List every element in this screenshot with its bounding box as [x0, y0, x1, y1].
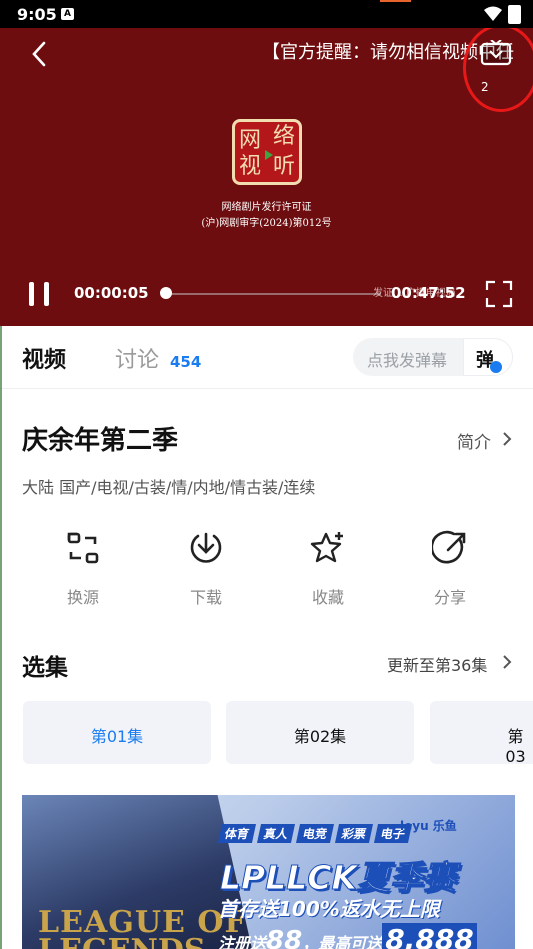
seek-bar[interactable]: [166, 293, 381, 295]
video-player[interactable]: 【官方提醒：请勿相信视频中任 2 网 络 视 听 网络剧片发行许可证 (沪)网剧…: [0, 28, 533, 326]
red-annotation-circle: [463, 28, 533, 112]
danmu-toggle-button[interactable]: 弹: [463, 338, 513, 376]
banner-bottom-num1: 88: [266, 926, 303, 949]
episode-label: 第02集: [293, 727, 347, 746]
status-bar: 9:05 A: [0, 0, 533, 28]
banner-category-pills: 体育 真人 电竞 彩票 电子: [217, 823, 415, 843]
episode-item[interactable]: 第01集: [23, 701, 211, 764]
game-logo-line2: LEGENDS: [38, 933, 206, 949]
episode-item[interactable]: 第02集: [226, 701, 414, 764]
discussion-count-badge: 454: [170, 353, 202, 371]
network-av-seal-logo: 网 络 视 听: [232, 119, 302, 185]
danmu-input[interactable]: 点我发弹幕: [367, 347, 447, 371]
seal-char-3: 视: [239, 154, 262, 179]
tab-video[interactable]: 视频: [22, 342, 66, 374]
episode-label: 第01集: [90, 727, 144, 746]
banner-pill: 真人: [256, 824, 296, 843]
action-label: 收藏: [311, 588, 344, 607]
pause-icon[interactable]: [26, 280, 54, 308]
battery-icon: [508, 5, 521, 24]
ad-banner[interactable]: LEAGUE OF LEGENDS 体育真人电竞彩票电子 leyu 乐鱼 LPL…: [22, 795, 515, 949]
fullscreen-icon[interactable]: [485, 280, 513, 308]
seal-char-1: 网: [239, 128, 262, 153]
status-indicator: [380, 0, 411, 2]
banner-bottom-num2: 8,888: [382, 923, 477, 949]
episode-label: 第03: [505, 727, 526, 766]
show-tags: 大陆 国产/电视/古装/情/内地/情古装/连续: [22, 478, 316, 497]
intro-link[interactable]: 简介: [457, 428, 491, 453]
seal-char-2: 络: [273, 124, 296, 149]
banner-bottom-mid: ，最高可送: [302, 934, 383, 949]
action-label: 分享: [433, 588, 466, 607]
episodes-update-link[interactable]: 更新至第36集: [387, 652, 487, 676]
license-line-2: (沪)网剧审字(2024)第012号: [201, 218, 332, 229]
favorite-star-icon: [310, 532, 343, 563]
banner-pill: 电竞: [296, 824, 335, 843]
license-line-1: 网络剧片发行许可证: [221, 202, 312, 213]
total-time: 00:47:52: [391, 284, 466, 302]
banner-headline: LPLLCK夏季赛: [219, 858, 457, 898]
banner-brand: leyu 乐鱼: [400, 819, 457, 833]
seek-thumb[interactable]: [160, 287, 172, 299]
banner-bottom-line: 注册送88，最高可送 8,888: [218, 923, 477, 949]
clock: 9:05: [17, 5, 57, 24]
current-time: 00:00:05: [74, 284, 149, 302]
banner-pill: 体育: [217, 824, 257, 843]
back-arrow-icon[interactable]: [28, 40, 50, 68]
wifi-icon: [484, 6, 502, 21]
action-label: 下载: [189, 588, 222, 607]
tab-discussion[interactable]: 讨论: [115, 342, 159, 374]
overlay-char: 2: [481, 80, 489, 94]
banner-pill: 彩票: [335, 824, 374, 843]
seal-char-4: 听: [273, 154, 296, 179]
show-title: 庆余年第二季: [22, 426, 179, 456]
chevron-right-icon[interactable]: [502, 432, 512, 446]
download-icon: [190, 532, 222, 563]
danmu-enabled-check-icon: [490, 361, 502, 373]
action-label: 换源: [66, 588, 99, 607]
episode-item[interactable]: 第03: [430, 701, 533, 766]
content-tabs: 视频 讨论 454 点我发弹幕 弹: [0, 326, 533, 389]
switch-source-icon: [67, 532, 99, 564]
banner-bottom-prefix: 注册送: [218, 934, 267, 949]
share-icon: [432, 530, 466, 564]
chevron-right-icon[interactable]: [502, 655, 512, 669]
episodes-title: 选集: [22, 655, 68, 681]
seal-play-icon: [265, 150, 273, 160]
left-edge-line: [0, 326, 2, 949]
notification-icon: A: [61, 8, 74, 20]
banner-subheadline: 首存送100%返水无上限: [218, 897, 440, 921]
danmu-bar: 点我发弹幕 弹: [353, 338, 513, 376]
